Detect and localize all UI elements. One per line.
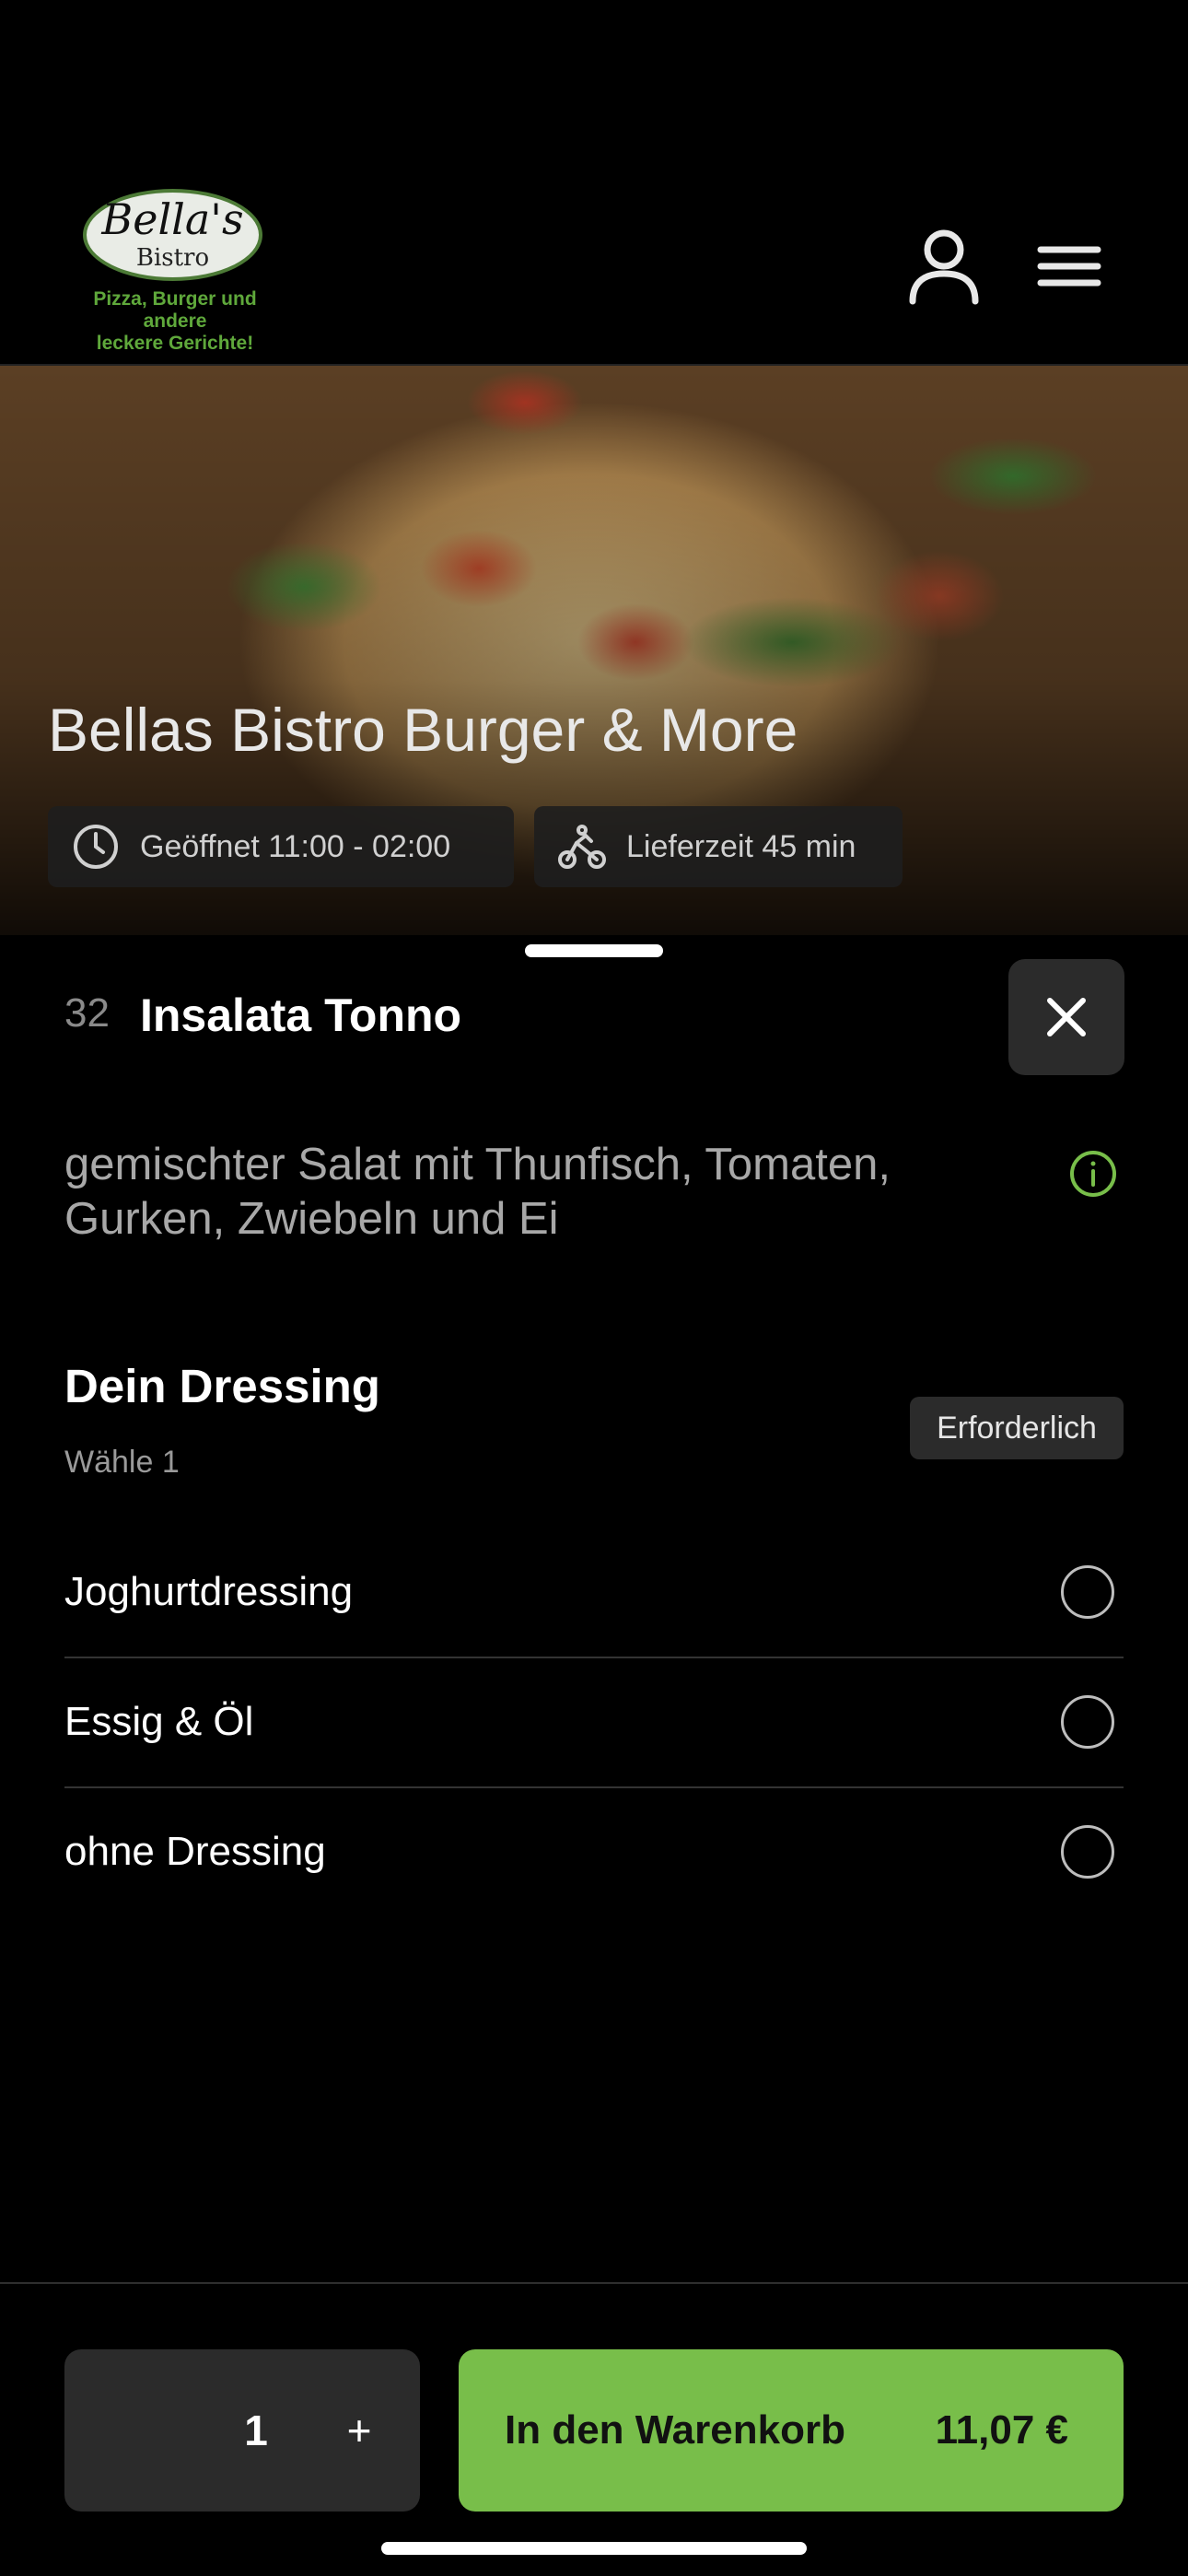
dressing-section-subtitle: Wähle 1 [64, 1445, 180, 1480]
footer-divider [0, 2282, 1188, 2284]
radio-button[interactable] [1061, 1825, 1114, 1879]
clock-icon [74, 825, 118, 869]
bellas-bistro-logo[interactable]: Bella's Bistro Pizza, Burger und andere … [64, 189, 285, 354]
sheet-drag-handle[interactable] [525, 944, 663, 957]
opening-hours-pill: Geöffnet 11:00 - 02:00 [48, 806, 514, 887]
info-icon[interactable] [1068, 1149, 1118, 1199]
item-number: 32 [64, 990, 110, 1036]
quantity-stepper: 1 + [64, 2349, 420, 2512]
delivery-time-text: Lieferzeit 45 min [626, 828, 856, 864]
quantity-value: 1 [244, 2406, 268, 2454]
option-label: Joghurtdressing [64, 1569, 354, 1614]
delivery-time-pill: Lieferzeit 45 min [534, 806, 903, 887]
dressing-option-joghurtdressing[interactable]: Joghurtdressing [64, 1528, 1124, 1657]
logo-tagline: Pizza, Burger und andere leckere Gericht… [64, 288, 285, 355]
restaurant-title: Bellas Bistro Burger & More [48, 696, 798, 764]
item-description: gemischter Salat mit Thunfisch, Tomaten,… [64, 1140, 891, 1244]
delivery-bike-icon [558, 825, 606, 869]
dressing-option-essig-oel[interactable]: Essig & Öl [64, 1657, 1124, 1786]
radio-button[interactable] [1061, 1565, 1114, 1619]
home-indicator[interactable] [381, 2542, 807, 2555]
dressing-option-ohne-dressing[interactable]: ohne Dressing [64, 1787, 1124, 1916]
add-to-cart-label: In den Warenkorb [505, 2407, 845, 2453]
radio-button[interactable] [1061, 1695, 1114, 1749]
dressing-section-title: Dein Dressing [64, 1360, 380, 1412]
required-badge: Erforderlich [910, 1397, 1124, 1459]
cart-price: 11,07 € [935, 2407, 1068, 2453]
item-detail-sheet: 32 Insalata Tonno gemischter Salat mit T… [0, 935, 1188, 2576]
option-label: ohne Dressing [64, 1829, 326, 1874]
hero-banner: Bellas Bistro Burger & More Geöffnet 11:… [0, 366, 1188, 937]
logo-title: Bella's [101, 194, 244, 244]
logo-tagline-line1: Pizza, Burger und andere [93, 288, 257, 332]
hamburger-menu-icon[interactable] [1022, 232, 1105, 299]
close-button[interactable] [1008, 959, 1124, 1075]
close-icon [1047, 998, 1086, 1036]
quantity-plus-button[interactable]: + [319, 2390, 400, 2471]
add-to-cart-button[interactable]: In den Warenkorb 11,07 € [459, 2349, 1124, 2512]
logo-tagline-line2: leckere Gerichte! [96, 333, 254, 354]
logo-subtitle: Bistro [135, 244, 210, 272]
opening-hours-text: Geöffnet 11:00 - 02:00 [140, 828, 451, 864]
app-header: Bella's Bistro Pizza, Burger und andere … [0, 0, 1188, 364]
option-label: Essig & Öl [64, 1699, 254, 1744]
user-icon[interactable] [898, 223, 979, 305]
item-title: Insalata Tonno [140, 989, 462, 1041]
